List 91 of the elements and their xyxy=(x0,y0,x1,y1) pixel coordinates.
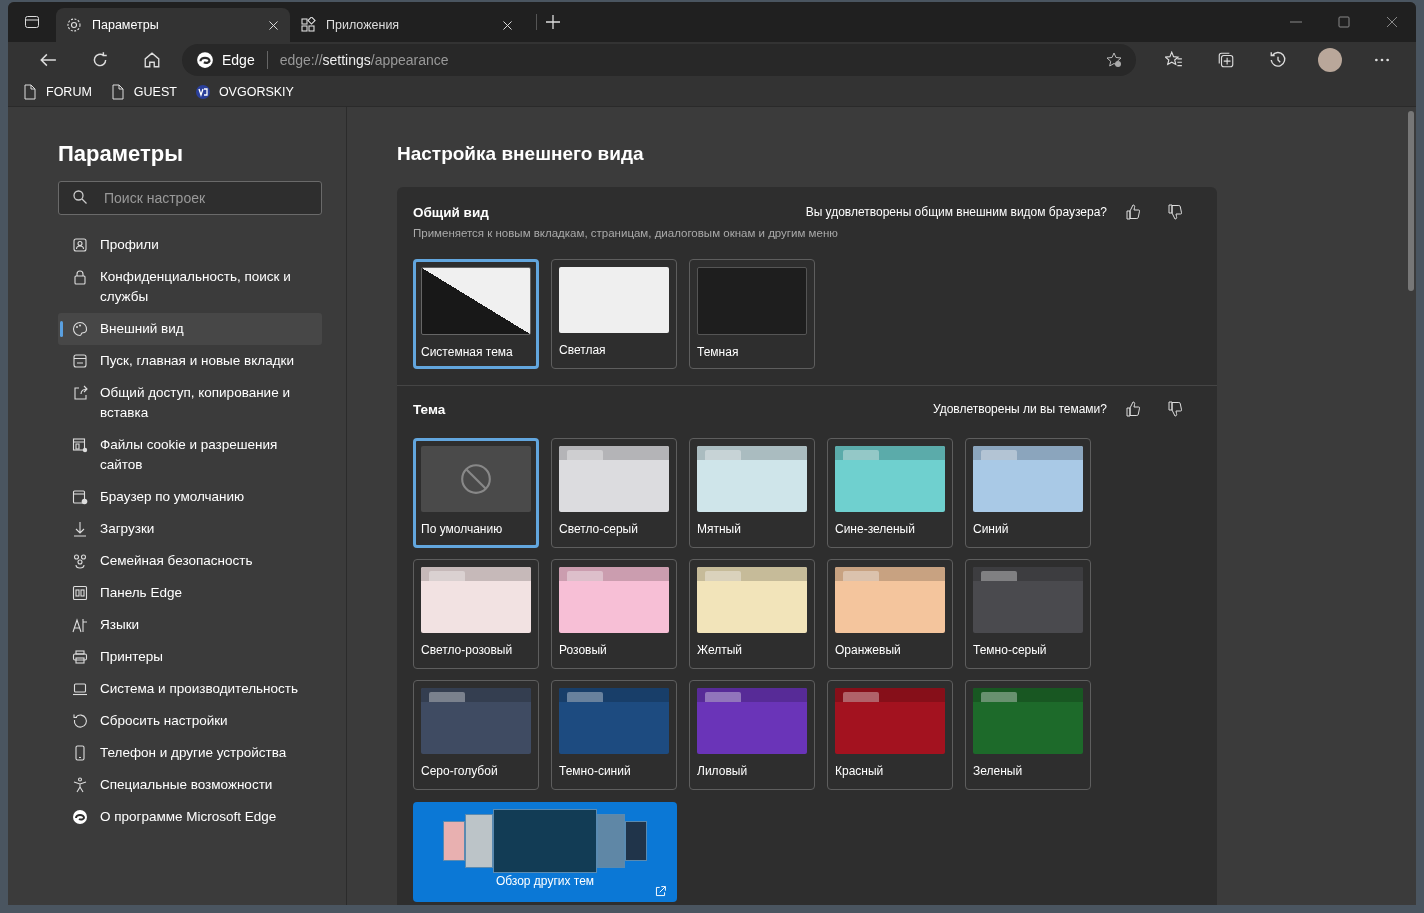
profile-avatar[interactable] xyxy=(1318,48,1342,72)
bookmark-item[interactable]: GUEST xyxy=(109,84,177,100)
thumbs-up-icon[interactable] xyxy=(1125,204,1141,220)
profile-icon xyxy=(72,237,88,253)
window-icon xyxy=(72,353,88,369)
sidebar-item[interactable]: Принтеры xyxy=(58,641,322,673)
sidebar-item[interactable]: Файлы cookie и разрешения сайтов xyxy=(58,429,322,481)
sidebar-item[interactable]: Браузер по умолчанию xyxy=(58,481,322,513)
phone-icon xyxy=(72,745,88,761)
more-themes-banner[interactable]: Обзор других тем xyxy=(413,802,677,902)
page-icon xyxy=(109,84,126,100)
sidebar-item[interactable]: Семейная безопасность xyxy=(58,545,322,577)
bookmark-item[interactable]: OVGORSKIY xyxy=(194,84,294,100)
theme-option[interactable]: Оранжевый xyxy=(827,559,953,669)
sidebar-item[interactable]: Панель Edge xyxy=(58,577,322,609)
theme-option[interactable]: Желтый xyxy=(689,559,815,669)
feedback-question: Удовлетворены ли вы темами? xyxy=(932,402,1107,416)
theme-option[interactable]: Светлая xyxy=(551,259,677,369)
theme-option[interactable]: Темная xyxy=(689,259,815,369)
site-logo-icon xyxy=(194,84,211,100)
theme-option[interactable]: Мятный xyxy=(689,438,815,548)
thumbs-up-icon[interactable] xyxy=(1125,401,1141,417)
accessibility-icon xyxy=(72,777,88,793)
settings-heading: Параметры xyxy=(58,141,184,167)
bookmark-item[interactable]: FORUM xyxy=(22,84,92,100)
sidebar-item[interactable]: Пуск, главная и новые вкладки xyxy=(58,345,322,377)
theme-option[interactable]: По умолчанию xyxy=(413,438,539,548)
theme-option[interactable]: Зеленый xyxy=(965,680,1091,790)
cookie-settings-icon xyxy=(72,437,88,453)
sidebar-item[interactable]: Языки xyxy=(58,609,322,641)
browser-check-icon xyxy=(72,489,88,505)
close-icon[interactable] xyxy=(267,18,280,32)
theme-option[interactable]: Светло-серый xyxy=(551,438,677,548)
sidebar-item[interactable]: Сбросить настройки xyxy=(58,705,322,737)
palette-icon xyxy=(72,321,88,337)
theme-option[interactable]: Светло-розовый xyxy=(413,559,539,669)
share-icon xyxy=(72,385,88,401)
scrollbar[interactable] xyxy=(1408,111,1414,291)
sidebar-item[interactable]: Общий доступ, копирование и вставка xyxy=(58,377,322,429)
theme-option[interactable]: Синий xyxy=(965,438,1091,548)
edge-logo-icon xyxy=(196,51,214,69)
theme-option[interactable]: Темно-синий xyxy=(551,680,677,790)
tab-title: Параметры xyxy=(92,18,160,32)
apps-grid-icon xyxy=(300,17,316,33)
thumbs-down-icon[interactable] xyxy=(1167,401,1183,417)
star-plus-icon[interactable] xyxy=(1106,52,1122,68)
new-tab-icon[interactable] xyxy=(536,14,561,30)
page-heading: Настройка внешнего вида xyxy=(397,143,645,165)
tab-title: Приложения xyxy=(326,18,401,32)
language-icon xyxy=(72,617,88,633)
theme-option[interactable]: Лиловый xyxy=(689,680,815,790)
browser-tab[interactable]: Параметры xyxy=(56,8,290,42)
thumbs-down-icon[interactable] xyxy=(1167,204,1183,220)
sidebar-item[interactable]: Телефон и другие устройства xyxy=(58,737,322,769)
edge-logo-icon xyxy=(72,809,88,825)
sidebar-item[interactable]: Система и производительность xyxy=(58,673,322,705)
theme-option[interactable]: Системная тема xyxy=(413,259,539,369)
sidebar-item[interactable]: О программе Microsoft Edge xyxy=(58,801,322,833)
lock-icon xyxy=(72,269,88,285)
sidebar-panel-icon[interactable] xyxy=(24,14,40,30)
reset-icon xyxy=(72,713,88,729)
theme-option[interactable]: Серо-голубой xyxy=(413,680,539,790)
gear-icon xyxy=(66,17,82,33)
theme-option[interactable]: Сине-зеленый xyxy=(827,438,953,548)
feedback-question: Вы удовлетворены общим внешним видом браузера? xyxy=(805,205,1107,219)
sidebar-item[interactable]: Профили xyxy=(58,229,322,261)
search-field[interactable]: Поиск настроек xyxy=(58,181,322,215)
browser-tab[interactable]: Приложения xyxy=(290,8,524,42)
download-icon xyxy=(72,521,88,537)
section-description: Применяется к новым вкладкам, страницам, диалоговым окнам и другим меню xyxy=(413,227,839,239)
theme-option[interactable]: Розовый xyxy=(551,559,677,669)
site-label: Edge xyxy=(222,52,255,68)
address-bar[interactable]: Edge edge://settings/appearance xyxy=(182,44,1136,76)
section-title: Тема xyxy=(413,401,446,417)
theme-option[interactable]: Темно-серый xyxy=(965,559,1091,669)
sidebar-panel-icon xyxy=(72,585,88,601)
page-icon xyxy=(22,84,38,100)
theme-option[interactable]: Красный xyxy=(827,680,953,790)
no-symbol-icon xyxy=(459,462,493,496)
close-icon[interactable] xyxy=(501,18,514,32)
sidebar-item[interactable]: Загрузки xyxy=(58,513,322,545)
sidebar-item[interactable]: Специальные возможности xyxy=(58,769,322,801)
close-icon[interactable] xyxy=(1384,14,1400,30)
more-themes-link[interactable]: Обзор других тем xyxy=(495,874,595,888)
sidebar-item[interactable]: Конфиденциальность, поиск и службы xyxy=(58,261,322,313)
laptop-icon xyxy=(72,681,88,697)
printer-icon xyxy=(72,649,88,665)
url-text[interactable]: edge://settings/appearance xyxy=(279,52,449,68)
section-title: Общий вид xyxy=(413,204,489,220)
sidebar-item[interactable]: Внешний вид xyxy=(58,313,322,345)
external-link-icon xyxy=(654,885,667,898)
